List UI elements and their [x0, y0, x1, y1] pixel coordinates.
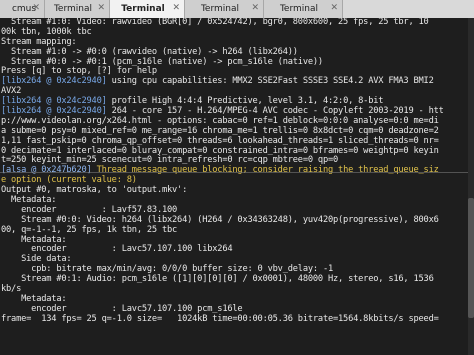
terminal-line: frame= 134 fps= 25 q=-1.0 size= 1024kB t…	[0, 313, 474, 325]
log-text: Stream #0:0: Video: h264 (libx264) (H264…	[1, 214, 439, 225]
tab-label: Terminal	[279, 4, 319, 14]
terminal-line: kb/s	[0, 284, 474, 295]
log-text: Stream #1:0: Video: rawvideo (BGR[0] / 0…	[1, 18, 429, 27]
selection-divider	[0, 172, 474, 173]
log-text: Thread message queue blocking; consider …	[91, 165, 439, 176]
log-text: 1,11 fast_pskip=0 chroma_qp_offset=0 thr…	[1, 135, 439, 146]
tab-label: Terminal	[121, 4, 165, 14]
log-text: a subme=0 psy=0 mixed_ref=0 me_range=16 …	[1, 125, 439, 136]
log-text: Metadata:	[1, 195, 57, 206]
terminal-output[interactable]: Stream #1:0: Video: rawvideo (BGR[0] / 0…	[0, 18, 474, 355]
log-text: Stream mapping:	[1, 36, 77, 47]
log-text: 00k tbn, 1000k tbc	[1, 26, 92, 37]
log-source-tag: [libx264 @ 0x24c2940]	[1, 96, 107, 107]
tab-label: Terminal	[53, 4, 93, 14]
log-text: Side data:	[1, 254, 72, 265]
log-text: encoder : Lavf57.83.100	[1, 204, 178, 215]
terminal-line: Stream #0:1: Audio: pcm_s16le ([1][0][0]…	[0, 274, 474, 285]
scrollbar-thumb[interactable]	[468, 198, 474, 318]
tab-cmus[interactable]: cmus ✕	[0, 0, 45, 18]
tab-terminal-1[interactable]: Terminal ✕	[45, 0, 110, 18]
log-text: Stream #1:0 -> #0:0 (rawvideo (native) -…	[1, 46, 298, 57]
log-text: Press [q] to stop, [?] for help	[1, 66, 157, 77]
log-text: profile High 4:4:4 Predictive, level 3.1…	[106, 96, 384, 107]
log-text: t=250 keyint_min=25 scenecut=0 intra_ref…	[1, 155, 339, 166]
terminal-line: [libx264 @ 0x24c2940] using cpu capabili…	[0, 76, 474, 87]
log-text: frame= 134 fps= 25 q=-1.0 size= 1024kB t…	[1, 313, 439, 324]
log-text: 00, q=-1--1, 25 fps, 1k tbn, 25 tbc	[1, 224, 178, 235]
tab-terminal-2[interactable]: Terminal ✕	[110, 0, 185, 18]
close-icon[interactable]: ✕	[97, 3, 105, 13]
terminal-line: Output #0, matroska, to 'output.mkv':	[0, 185, 474, 196]
log-text: Stream #0:1: Audio: pcm_s16le ([1][0][0]…	[1, 274, 434, 285]
close-icon[interactable]: ✕	[251, 3, 259, 13]
log-source-tag: [libx264 @ 0x24c2940]	[1, 76, 107, 87]
log-text: Output #0, matroska, to 'output.mkv':	[1, 185, 188, 196]
log-text: e option (current value: 8)	[1, 175, 137, 186]
log-text: p://www.videolan.org/x264.html - options…	[1, 115, 439, 126]
log-text: using cpu capabilities: MMX2 SSE2Fast SS…	[106, 76, 434, 87]
log-text: cpb: bitrate max/min/avg: 0/0/0 buffer s…	[1, 264, 334, 275]
log-source-tag: [libx264 @ 0x24c2940]	[1, 106, 107, 117]
log-text: Metadata:	[1, 234, 67, 245]
log-source-tag: [alsa @ 0x247b620]	[1, 165, 92, 176]
log-text: 264 - core 157 - H.264/MPEG-4 AVC codec …	[106, 106, 444, 117]
log-text: AVX2	[1, 86, 22, 97]
close-icon[interactable]: ✕	[330, 3, 338, 13]
close-icon[interactable]: ✕	[172, 3, 180, 13]
tab-terminal-3[interactable]: Terminal ✕	[185, 0, 264, 18]
log-text: 0 decimate=1 interlaced=0 bluray_compat=…	[1, 145, 439, 156]
log-text: Metadata:	[1, 293, 67, 304]
log-text: encoder : Lavc57.107.100 libx264	[1, 244, 233, 255]
terminal-line: 00, q=-1--1, 25 fps, 1k tbn, 25 tbc	[0, 224, 474, 236]
scrollbar[interactable]	[468, 18, 474, 355]
tab-label: Terminal	[200, 4, 240, 14]
log-text: encoder : Lavc57.107.100 pcm_s16le	[1, 303, 243, 314]
tab-terminal-4[interactable]: Terminal ✕	[264, 0, 343, 18]
tab-bar: cmus ✕ Terminal ✕ Terminal ✕ Terminal ✕ …	[0, 0, 474, 19]
close-icon[interactable]: ✕	[32, 3, 40, 13]
log-text: kb/s	[1, 284, 22, 295]
log-text: Stream #0:0 -> #0:1 (pcm_s16le (native) …	[1, 56, 323, 67]
